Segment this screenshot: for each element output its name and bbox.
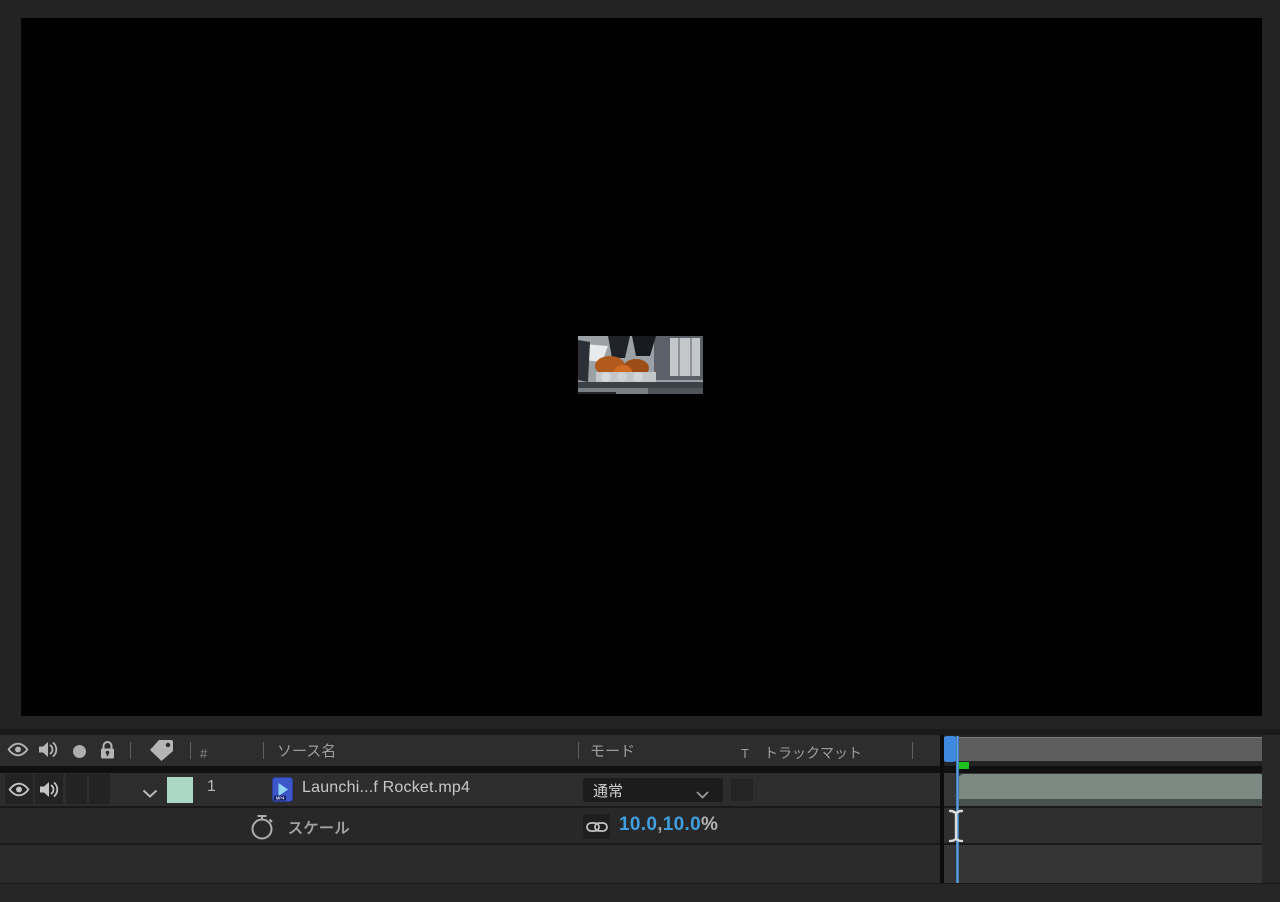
layer-duration-bar[interactable] — [958, 774, 1262, 806]
column-header-source-name: ソース名 — [277, 742, 336, 762]
layer-lock-switch[interactable] — [89, 774, 110, 804]
column-divider — [190, 742, 191, 759]
blend-mode-dropdown[interactable]: 通常 — [583, 778, 723, 802]
solo-icon[interactable] — [73, 745, 86, 758]
layer-duration-bar-shadow — [958, 799, 1262, 806]
column-header-t: T — [741, 744, 749, 764]
empty-row — [0, 845, 941, 883]
chevron-down-icon[interactable] — [142, 785, 158, 803]
column-header-number: # — [200, 744, 207, 764]
composition-video-frame — [578, 330, 703, 403]
stopwatch-icon[interactable] — [249, 813, 275, 846]
track-matte-box[interactable] — [731, 779, 753, 801]
link-icon — [586, 821, 608, 833]
timeline-footer — [0, 883, 1280, 902]
scale-unit: % — [701, 814, 718, 835]
lock-icon[interactable] — [98, 740, 117, 760]
speaker-icon — [39, 781, 60, 798]
layer-index: 1 — [207, 778, 216, 796]
column-divider — [130, 742, 131, 759]
eye-icon[interactable] — [7, 742, 29, 757]
empty-track-lane — [944, 845, 1262, 883]
column-divider — [912, 742, 913, 759]
scale-property-track-lane — [944, 808, 1262, 843]
eye-icon — [8, 782, 30, 797]
video-file-icon: MP4 — [272, 777, 293, 807]
column-divider — [578, 742, 579, 759]
column-track-divider — [940, 735, 944, 883]
blend-mode-value: 通常 — [593, 780, 623, 801]
svg-text:MP4: MP4 — [276, 796, 285, 801]
layer-label-color-swatch[interactable] — [167, 777, 193, 803]
time-navigator-bar[interactable] — [944, 737, 1262, 761]
timeline-right-margin — [1262, 735, 1280, 883]
scale-property-row — [0, 808, 941, 843]
speaker-icon[interactable] — [38, 741, 59, 758]
composition-viewer[interactable] — [21, 18, 1262, 716]
link-dimensions-toggle[interactable] — [583, 814, 610, 839]
scale-value[interactable]: 10.0,10.0% — [619, 814, 718, 836]
tag-icon[interactable] — [148, 739, 175, 762]
chevron-down-icon — [696, 786, 709, 804]
scale-y-value[interactable]: 10.0 — [663, 814, 701, 835]
layer-video-switch[interactable] — [5, 774, 33, 804]
column-header-track-matte: トラックマット — [764, 743, 862, 763]
column-divider — [263, 742, 264, 759]
layer-solo-switch[interactable] — [66, 774, 87, 804]
after-effects-window: # ソース名 モード T トラックマット 1 MP4 Launchi...f — [0, 0, 1280, 902]
layer-source-name[interactable]: Launchi...f Rocket.mp4 — [302, 779, 470, 797]
scale-x-value[interactable]: 10.0 — [619, 814, 657, 835]
layer-audio-switch[interactable] — [35, 774, 63, 804]
scale-property-label[interactable]: スケール — [288, 817, 350, 838]
i-beam-cursor — [947, 809, 965, 848]
rocket-launch-frame-art — [578, 330, 703, 403]
column-header-mode: モード — [590, 742, 635, 762]
header-separator — [0, 766, 1262, 773]
